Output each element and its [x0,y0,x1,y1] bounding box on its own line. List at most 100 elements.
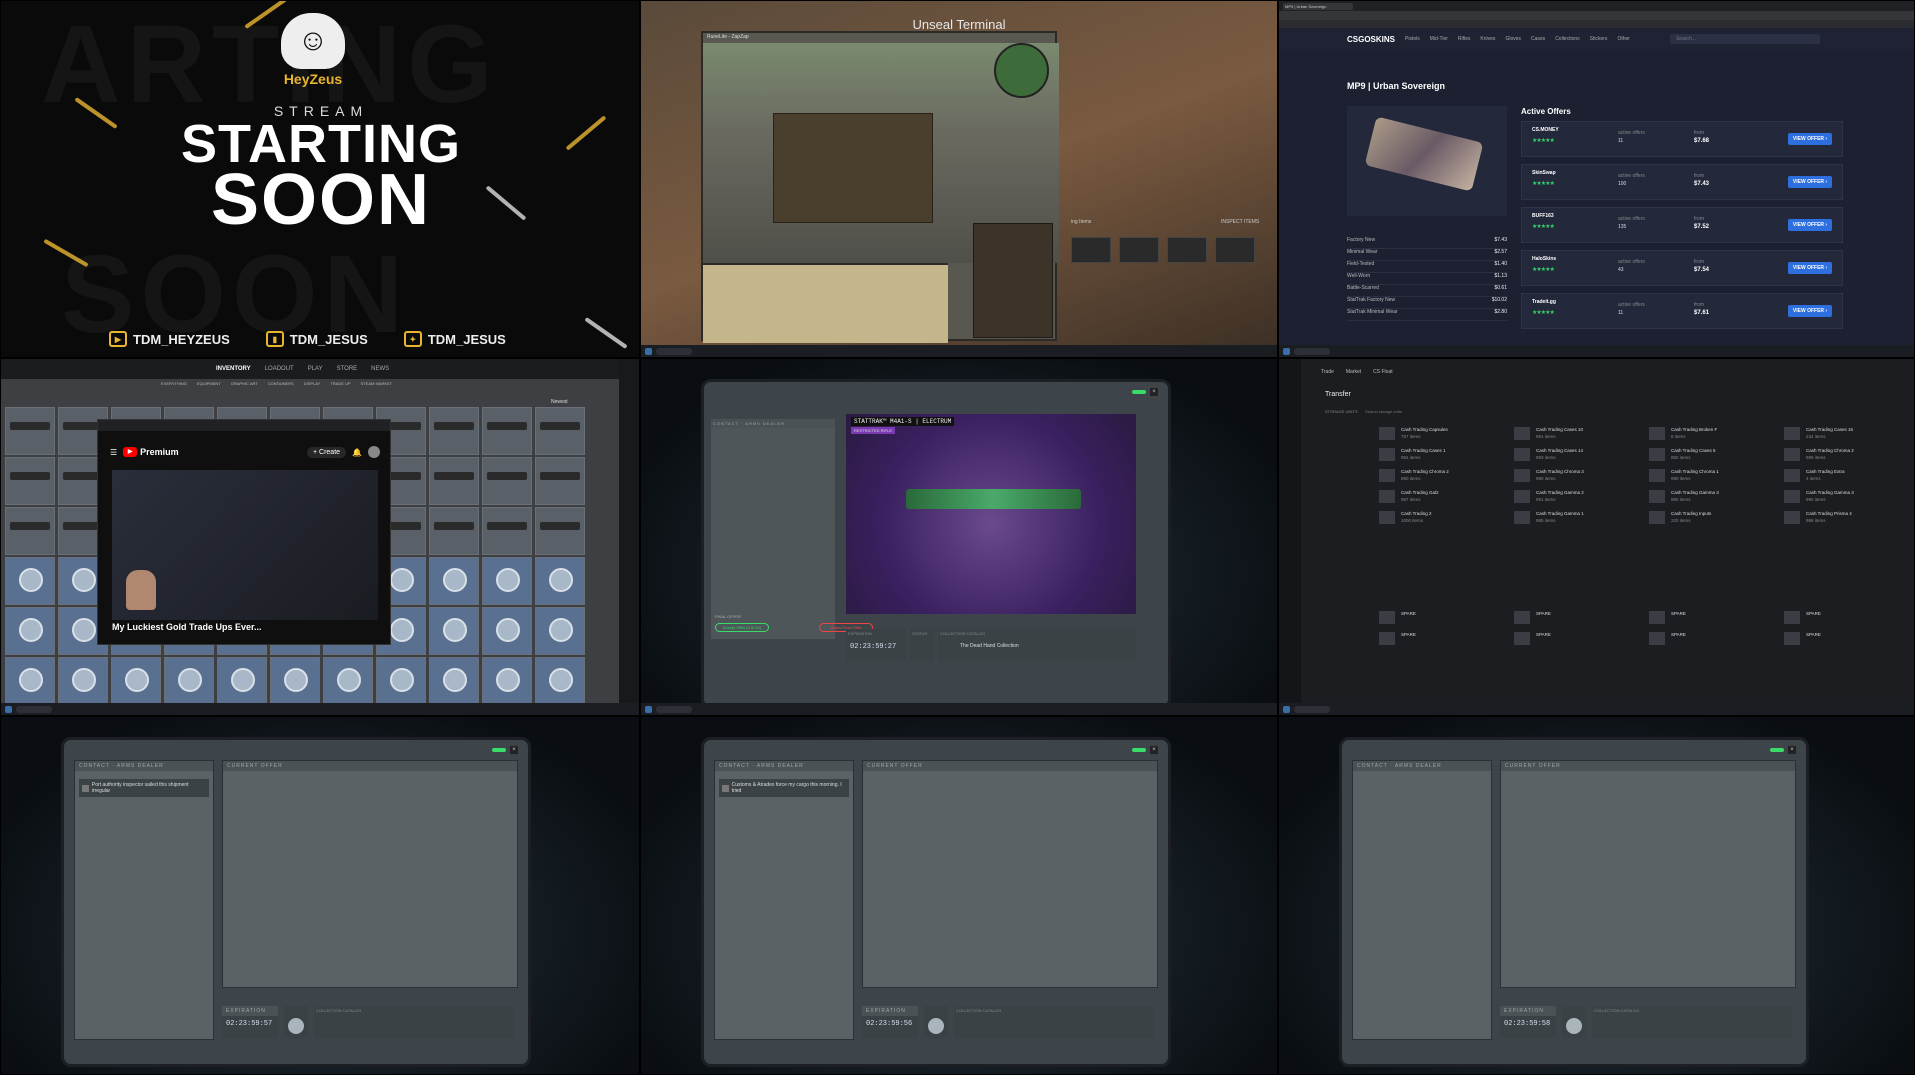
inventory-item[interactable] [5,557,55,605]
filter-tab[interactable]: GRAPHIC ART [231,381,258,386]
nav-item[interactable]: Other [1617,36,1630,42]
filter-tab[interactable]: STEAM MARKET [361,381,393,386]
storage-unit-spare[interactable]: SPARE [1379,609,1514,627]
nav-loadout[interactable]: LOADOUT [265,366,294,372]
storage-unit[interactable]: Cash Trading 2 1000 items [1379,509,1514,527]
storage-unit[interactable]: Cash Trading Prisma 4 998 items [1784,509,1914,527]
inventory-item[interactable] [429,557,479,605]
storage-unit[interactable]: Cash Trading Capsules 757 items [1379,425,1514,443]
inventory-item[interactable] [535,457,585,505]
wear-row[interactable]: Minimal Wear $2.57 [1347,249,1507,261]
item-thumb[interactable] [1071,237,1111,263]
view-offer-button[interactable]: VIEW OFFER › [1788,133,1832,145]
filter-tab[interactable]: CONTAINERS [268,381,294,386]
close-icon[interactable]: × [1788,746,1796,754]
storage-unit-spare[interactable]: SPARE [1649,609,1784,627]
wear-row[interactable]: Battle-Scarred $0.61 [1347,285,1507,297]
filter-tab[interactable]: EVERYTHING [161,381,187,386]
storage-unit-spare[interactable]: SPARE [1784,609,1914,627]
view-offer-button[interactable]: VIEW OFFER › [1788,262,1832,274]
nav-item[interactable]: Mid-Tier [1430,36,1448,42]
taskbar-search[interactable] [656,705,692,713]
storage-unit[interactable]: Cash Trading Gamma 3 990 items [1784,488,1914,506]
inventory-item[interactable] [58,657,108,705]
site-logo[interactable]: CSGOSKINS [1347,35,1395,44]
storage-unit[interactable]: Cash Trading Cases 1 981 items [1379,446,1514,464]
wear-row[interactable]: Field-Tested $1.40 [1347,261,1507,273]
windows-icon[interactable] [645,705,652,713]
close-icon[interactable]: × [1150,746,1158,754]
browser-tab[interactable]: MP9 | Urban Sovereign [1283,2,1353,10]
filter-tab[interactable]: EQUIPMENT [197,381,221,386]
nav-inventory[interactable]: INVENTORY [216,366,251,372]
nav-news[interactable]: NEWS [371,366,389,372]
storage-unit-spare[interactable]: SPARE [1514,609,1649,627]
inventory-item[interactable] [217,657,267,705]
inventory-item[interactable] [429,457,479,505]
inventory-item[interactable] [5,407,55,455]
inventory-item[interactable] [535,507,585,555]
storage-unit[interactable]: Cash Trading Chroma 1 990 items [1649,467,1784,485]
storage-search-input[interactable]: Search storage units [1365,409,1402,414]
windows-icon[interactable] [1283,705,1290,713]
inspect-label[interactable]: INSPECT ITEMS [1221,219,1259,225]
storage-unit-spare[interactable]: SPARE [1649,630,1784,648]
minimap[interactable] [994,43,1049,98]
view-offer-button[interactable]: VIEW OFFER › [1788,176,1832,188]
inventory-item[interactable] [482,457,532,505]
taskbar-search[interactable] [656,347,692,355]
wear-row[interactable]: Well-Worn $1.13 [1347,273,1507,285]
inventory-panel[interactable] [973,223,1053,338]
inventory-item[interactable] [270,657,320,705]
nav-item[interactable]: Rifles [1458,36,1471,42]
nav-item[interactable]: Cases [1531,36,1545,42]
social-twitter[interactable]: ✦ TDM_JESUS [403,331,506,347]
inventory-item[interactable] [535,407,585,455]
inventory-item[interactable] [323,657,373,705]
runelite-window[interactable]: RuneLite - ZapZap [701,31,1059,343]
accept-offer-button[interactable]: Accept Offer (4.5 Crt) [715,623,769,632]
inventory-item[interactable] [5,457,55,505]
inventory-item[interactable] [535,557,585,605]
storage-unit[interactable]: Cash Trading Cases 10 981 items [1514,425,1649,443]
windows-icon[interactable] [1283,347,1290,355]
inventory-item[interactable] [482,607,532,655]
taskbar-search[interactable] [1294,705,1330,713]
item-thumb[interactable] [1215,237,1255,263]
storage-unit[interactable]: Cash Trading Inputs 220 items [1649,509,1784,527]
inventory-item[interactable] [482,557,532,605]
tab-trade[interactable]: Trade [1321,369,1334,381]
inventory-item[interactable] [535,607,585,655]
offer-card[interactable]: BUFF163 ★★★★★ active offers 135 from $7.52 VIE… [1521,207,1843,243]
inventory-item[interactable] [482,657,532,705]
inventory-item[interactable] [482,407,532,455]
video-title[interactable]: My Luckiest Gold Trade Ups Ever... [112,622,262,632]
storage-unit[interactable]: Cash Trading Gal2 997 items [1379,488,1514,506]
filter-tab[interactable]: DISPLAY [304,381,321,386]
inventory-item[interactable] [429,607,479,655]
inventory-item[interactable] [5,607,55,655]
nav-item[interactable]: Pistols [1405,36,1420,42]
game-dialog[interactable] [773,113,933,223]
bell-icon[interactable]: 🔔 [352,448,362,457]
offer-card[interactable]: CS.MONEY ★★★★★ active offers 11 from $7.68 VIE… [1521,121,1843,157]
inventory-item[interactable] [5,507,55,555]
inventory-item[interactable] [429,407,479,455]
nav-store[interactable]: STORE [337,366,358,372]
offer-card[interactable]: SkinSwap ★★★★★ active offers 100 from $7.43 VI… [1521,164,1843,200]
nav-item[interactable]: Stickers [1590,36,1608,42]
create-button[interactable]: + Create [306,446,347,458]
offer-card[interactable]: HaloSkins ★★★★★ active offers 43 from $7.54 VI… [1521,250,1843,286]
wear-row[interactable]: Factory New $7.43 [1347,237,1507,249]
item-thumb[interactable] [1119,237,1159,263]
inventory-item[interactable] [429,507,479,555]
windows-icon[interactable] [645,347,652,355]
storage-unit[interactable]: Cash Trading Extra 4 items [1784,467,1914,485]
inventory-item[interactable] [429,657,479,705]
view-offer-button[interactable]: VIEW OFFER › [1788,219,1832,231]
storage-unit-spare[interactable]: SPARE [1514,630,1649,648]
storage-unit[interactable]: Cash Trading Gamma 3 990 items [1649,488,1784,506]
storage-unit[interactable]: Cash Trading Chroma 2 990 items [1379,467,1514,485]
nav-play[interactable]: PLAY [308,366,323,372]
inventory-item[interactable] [111,657,161,705]
